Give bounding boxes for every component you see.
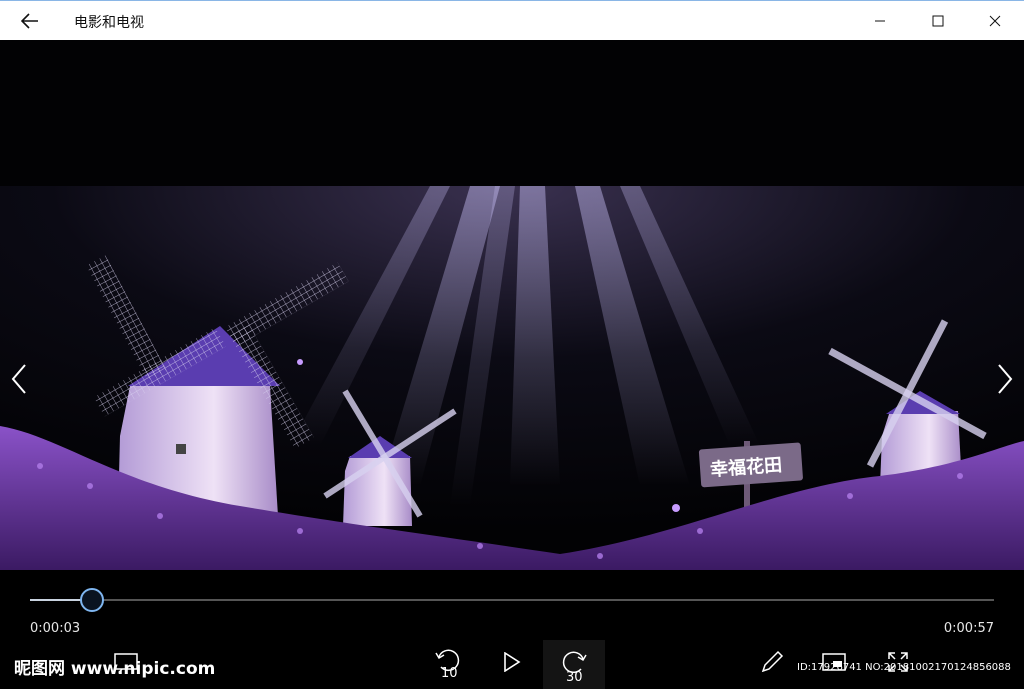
minimize-button[interactable] [852, 1, 908, 40]
skip-back-button[interactable]: 10 [428, 642, 468, 682]
video-frame[interactable]: 幸福花田 [0, 186, 1024, 570]
skip-back-icon: 10 [435, 649, 460, 679]
play-icon [504, 652, 521, 672]
player-controls: 0:00:03 0:00:57 10 30 昵图网 www.nipic.com … [0, 570, 1024, 689]
video-stage[interactable]: 幸福花田 [0, 40, 1024, 570]
skip-back-label: 10 [441, 666, 458, 679]
watermark-right: ID:17926741 NO:20181002170124856088 [797, 662, 1011, 673]
title-bar: 电影和电视 [0, 0, 1024, 40]
close-icon [989, 15, 1001, 26]
close-button[interactable] [967, 1, 1023, 40]
seek-bar[interactable] [30, 588, 994, 612]
maximize-icon [932, 15, 944, 26]
skip-forward-button[interactable]: 30 [543, 640, 605, 689]
watermark-left: 昵图网 www.nipic.com [14, 659, 216, 679]
pencil-icon [761, 650, 784, 673]
next-button[interactable] [990, 362, 1020, 396]
window-title: 电影和电视 [74, 15, 144, 31]
back-button[interactable] [14, 7, 46, 35]
chevron-right-icon [998, 364, 1013, 394]
arrow-left-icon [21, 13, 38, 29]
seek-thumb[interactable] [79, 588, 104, 612]
chevron-left-icon [11, 364, 26, 394]
skip-forward-label: 30 [566, 670, 583, 683]
previous-button[interactable] [4, 362, 34, 396]
play-button[interactable] [492, 642, 532, 682]
video-scene: 幸福花田 [0, 186, 1024, 570]
total-time: 0:00:57 [943, 621, 994, 636]
current-time: 0:00:03 [30, 621, 81, 636]
minimize-icon [875, 20, 885, 21]
edit-button[interactable] [754, 642, 790, 682]
maximize-button[interactable] [910, 1, 966, 40]
skip-forward-icon: 30 [562, 651, 587, 683]
